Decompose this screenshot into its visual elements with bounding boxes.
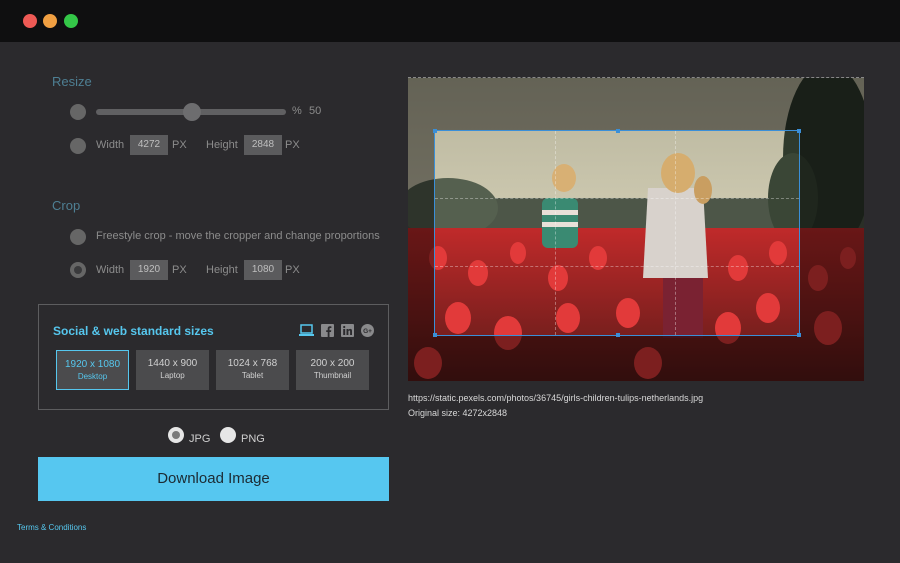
minimize-window-button[interactable] (43, 14, 57, 28)
social-sizes-title: Social & web standard sizes (53, 324, 214, 338)
crop-handle-bottom-left[interactable] (433, 333, 437, 337)
crop-dimensions-radio[interactable] (70, 262, 86, 278)
crop-height-label: Height (206, 264, 238, 276)
crop-height-input[interactable] (244, 260, 282, 280)
size-name: Thumbnail (313, 371, 352, 380)
crop-shade-bottom (408, 336, 864, 381)
crop-grid-line (675, 131, 677, 335)
crop-title: Crop (52, 198, 81, 213)
crop-width-unit: PX (172, 264, 187, 276)
image-url: https://static.pexels.com/photos/36745/g… (408, 393, 704, 403)
maximize-window-button[interactable] (64, 14, 78, 28)
freestyle-crop-radio[interactable] (70, 229, 86, 245)
jpg-radio[interactable] (168, 427, 184, 443)
size-dim: 1440 x 900 (147, 358, 198, 369)
close-window-button[interactable] (23, 14, 37, 28)
resize-height-unit: PX (285, 139, 300, 151)
crop-handle-top-right[interactable] (797, 129, 801, 133)
size-name: Laptop (160, 371, 185, 380)
jpg-label: JPG (189, 433, 211, 445)
terms-link[interactable]: Terms & Conditions (17, 523, 86, 532)
freestyle-crop-label: Freestyle crop - move the cropper and ch… (96, 230, 380, 242)
size-tablet-button[interactable]: 1024 x 768 Tablet (216, 350, 289, 390)
crop-handle-top-left[interactable] (433, 129, 437, 133)
social-sizes-panel: Social & web standard sizes G+ 1920 x 10… (38, 304, 389, 410)
svg-text:G+: G+ (363, 328, 372, 335)
resize-slider-handle[interactable] (183, 103, 201, 121)
crop-height-unit: PX (285, 264, 300, 276)
crop-selection[interactable] (433, 129, 801, 337)
percent-symbol: % (292, 105, 302, 117)
crop-grid-line (555, 131, 557, 335)
crop-shade-top (408, 78, 864, 130)
png-radio[interactable] (220, 427, 236, 443)
laptop-icon[interactable] (299, 324, 314, 337)
size-name: Desktop (77, 372, 108, 381)
crop-width-input[interactable] (130, 260, 168, 280)
linkedin-icon[interactable] (341, 324, 354, 337)
download-button[interactable]: Download Image (38, 457, 389, 501)
crop-grid-line (435, 198, 799, 200)
crop-grid-line (435, 265, 799, 267)
facebook-icon[interactable] (321, 324, 334, 337)
size-dim: 1024 x 768 (227, 358, 278, 369)
png-label: PNG (241, 433, 265, 445)
resize-width-label: Width (96, 139, 125, 151)
resize-height-input[interactable] (244, 135, 282, 155)
size-desktop-button[interactable]: 1920 x 1080 Desktop (56, 350, 129, 390)
size-laptop-button[interactable]: 1440 x 900 Laptop (136, 350, 209, 390)
resize-height-label: Height (206, 139, 238, 151)
size-thumbnail-button[interactable]: 200 x 200 Thumbnail (296, 350, 369, 390)
percent-value: 50 (309, 105, 322, 117)
size-dim: 200 x 200 (310, 358, 355, 369)
original-size: Original size: 4272x2848 (408, 408, 508, 418)
crop-shade-left (408, 130, 434, 336)
crop-handle-top[interactable] (616, 129, 620, 133)
resize-width-unit: PX (172, 139, 187, 151)
crop-width-label: Width (96, 264, 125, 276)
image-preview[interactable] (408, 77, 864, 381)
size-name: Tablet (241, 371, 264, 380)
size-dim: 1920 x 1080 (64, 359, 121, 370)
title-bar (0, 0, 900, 42)
crop-handle-bottom-right[interactable] (797, 333, 801, 337)
resize-dimensions-radio[interactable] (70, 138, 86, 154)
crop-shade-right (800, 130, 864, 336)
googleplus-icon[interactable]: G+ (361, 324, 374, 337)
resize-percent-radio[interactable] (70, 104, 86, 120)
resize-width-input[interactable] (130, 135, 168, 155)
resize-title: Resize (52, 74, 92, 89)
crop-handle-bottom[interactable] (616, 333, 620, 337)
